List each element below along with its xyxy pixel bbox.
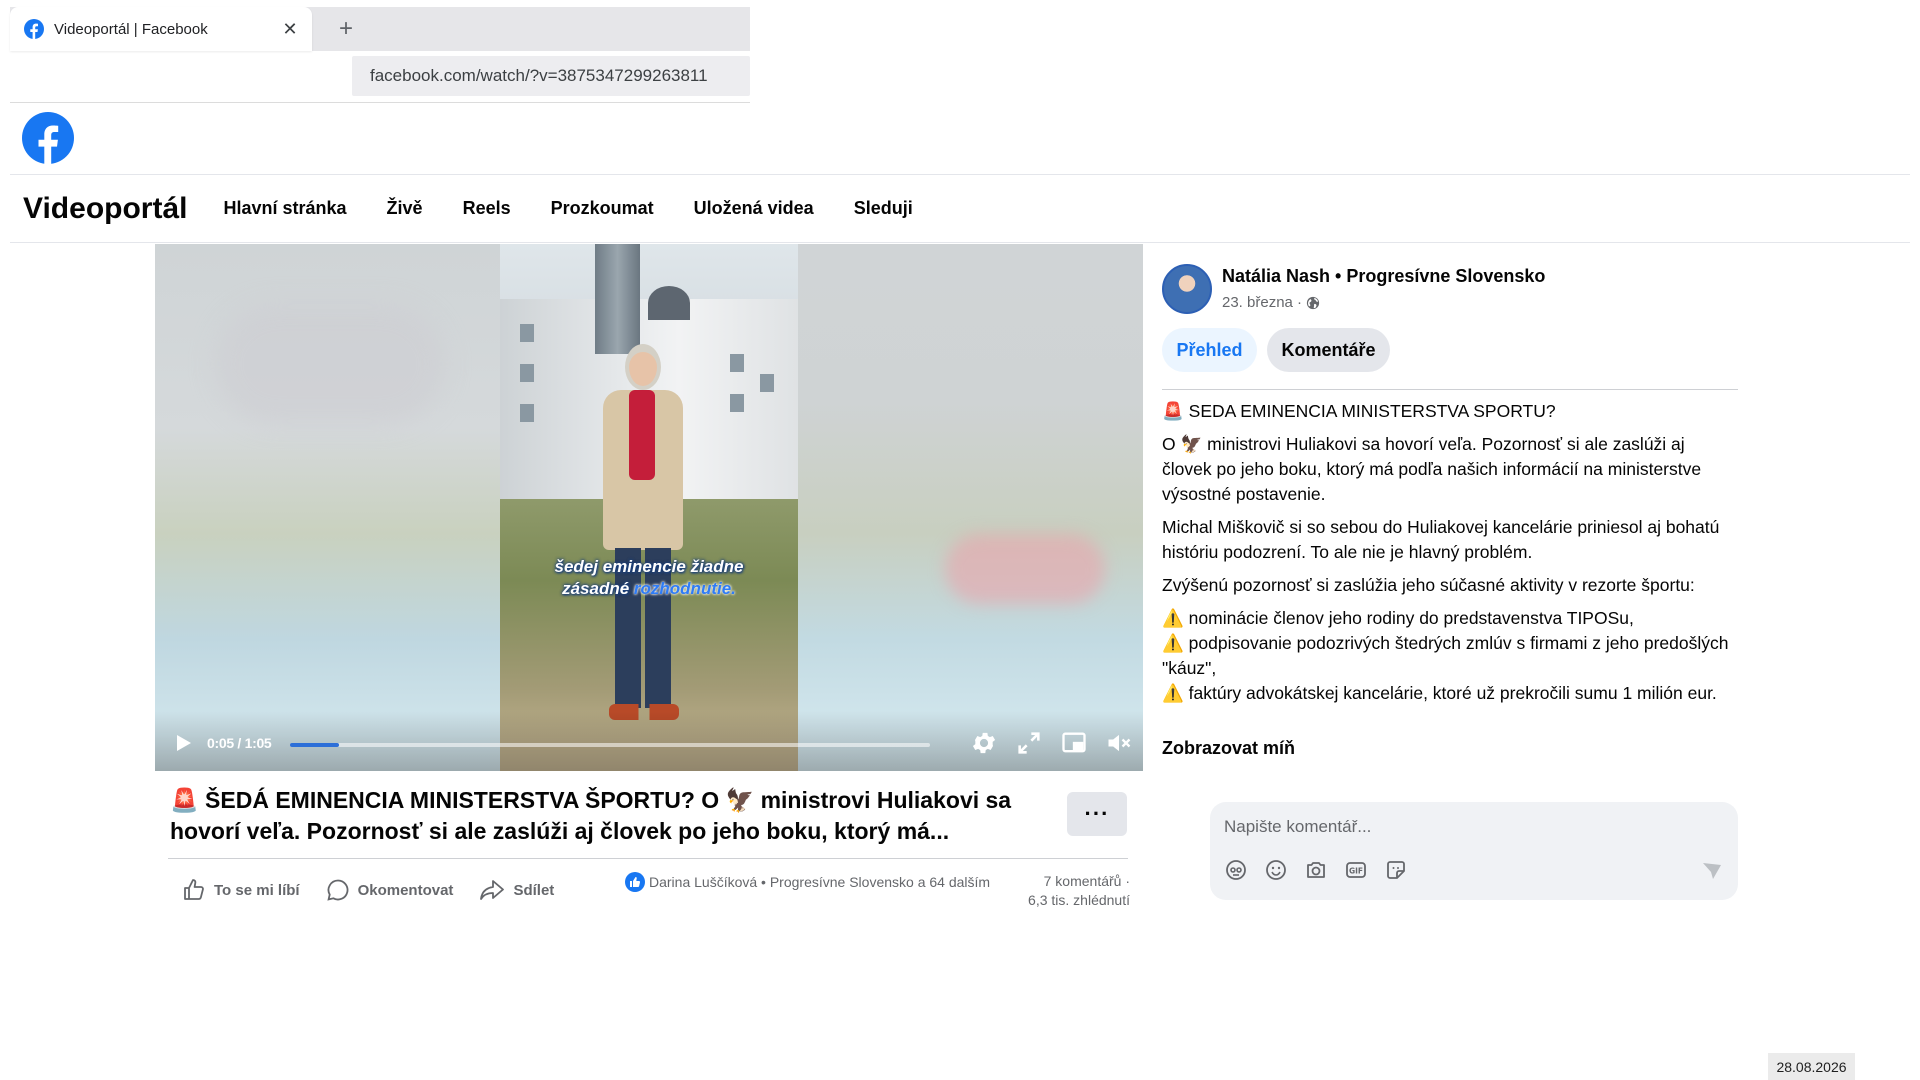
- mute-icon[interactable]: [1105, 729, 1133, 757]
- avatar-sticker-icon[interactable]: [1224, 858, 1248, 882]
- camera-icon[interactable]: [1304, 858, 1328, 882]
- post-date: 23. března ·: [1222, 294, 1320, 311]
- like-reaction-icon: [625, 872, 645, 892]
- tab-overview[interactable]: Přehled: [1162, 328, 1257, 372]
- reactions-text: Darina Luščíková • Progresívne Slovensko…: [649, 874, 991, 890]
- send-icon[interactable]: [1700, 858, 1724, 882]
- caption-line-2: zásadné rozhodnutie.: [500, 578, 798, 600]
- video-window: [520, 364, 534, 382]
- post-description: 🚨 SEDA EMINENCIA MINISTERSTVA SPORTU? O …: [1162, 399, 1738, 706]
- caption-highlight: rozhodnutie.: [633, 579, 736, 598]
- nav-item-explore[interactable]: Prozkoumat: [551, 198, 654, 219]
- nav-item-home[interactable]: Hlavní stránka: [223, 198, 346, 219]
- video-blur-right: [798, 244, 1143, 771]
- views-count: 6,3 tis. zhlédnutí: [1028, 892, 1130, 908]
- new-tab-button[interactable]: +: [332, 15, 360, 43]
- share-button[interactable]: Sdílet: [479, 878, 554, 902]
- facebook-logo-icon[interactable]: [22, 112, 74, 164]
- globe-icon: [1306, 296, 1320, 309]
- person-scarf: [629, 390, 655, 480]
- facebook-favicon-icon: [24, 19, 44, 39]
- address-bar[interactable]: facebook.com/watch/?v=3875347299263811: [352, 56, 750, 96]
- fullscreen-icon[interactable]: [1015, 729, 1043, 757]
- comment-bubble-icon: [326, 879, 348, 901]
- desc-bullet: ⚠️ faktúry advokátskej kancelárie, ktoré…: [1162, 683, 1717, 703]
- video-window: [520, 404, 534, 422]
- video-window: [730, 354, 744, 372]
- panel-divider: [1162, 389, 1738, 390]
- video-window: [730, 394, 744, 412]
- title-divider: [168, 858, 1128, 859]
- system-date: 28.08.2026: [1768, 1053, 1855, 1080]
- video-tower: [595, 244, 640, 354]
- sticker-icon[interactable]: [1384, 858, 1408, 882]
- emoji-icon[interactable]: [1264, 858, 1288, 882]
- desc-bullet: ⚠️ nominácie členov jeho rodiny do preds…: [1162, 608, 1634, 628]
- video-player[interactable]: šedej eminencie žiadne zásadné rozhodnut…: [155, 244, 1143, 771]
- thumbs-up-icon: [184, 879, 204, 900]
- comment-input[interactable]: [1224, 812, 1704, 842]
- video-time: 0:05 / 1:05: [207, 735, 272, 751]
- share-label: Sdílet: [513, 881, 555, 899]
- caption-line-1: šedej eminencie žiadne: [554, 557, 744, 576]
- tab-comments[interactable]: Komentáře: [1267, 328, 1390, 372]
- author-name[interactable]: Natália Nash • Progresívne Slovensko: [1222, 266, 1545, 287]
- miniplayer-icon[interactable]: [1060, 729, 1088, 757]
- video-controls: 0:05 / 1:05: [155, 711, 1143, 771]
- gif-icon[interactable]: GIF: [1344, 858, 1368, 882]
- like-button[interactable]: To se mi líbí: [182, 878, 300, 902]
- post-title: 🚨 ŠEDÁ EMINENCIA MINISTERSTVA ŠPORTU? O …: [170, 787, 1012, 844]
- nav-item-saved-videos[interactable]: Uložená videa: [694, 198, 814, 219]
- person-head: [625, 344, 661, 390]
- caption-line-2-text: zásadné: [562, 579, 634, 598]
- post-actions: To se mi líbí Okomentovat Sdílet: [182, 874, 580, 906]
- video-caption: šedej eminencie žiadne zásadné rozhodnut…: [500, 556, 798, 600]
- video-person: [595, 344, 690, 764]
- browser-tab[interactable]: Videoportál | Facebook ✕: [10, 7, 312, 51]
- reactions-summary[interactable]: Darina Luščíková • Progresívne Slovensko…: [625, 872, 990, 892]
- video-dome: [648, 286, 690, 320]
- page-title: Videoportál: [23, 191, 188, 225]
- chrome-divider: [10, 102, 750, 103]
- nav-item-reels[interactable]: Reels: [463, 198, 511, 219]
- video-window: [760, 374, 774, 392]
- desc-heading: 🚨 SEDA EMINENCIA MINISTERSTVA SPORTU?: [1162, 401, 1556, 421]
- svg-text:GIF: GIF: [1349, 867, 1363, 876]
- author-avatar[interactable]: [1162, 264, 1212, 314]
- desc-paragraph: Michal Miškovič si so sebou do Huliakove…: [1162, 517, 1720, 562]
- video-blur-spot: [945, 534, 1105, 604]
- video-progress-fill: [290, 743, 340, 747]
- tab-close-icon[interactable]: ✕: [276, 15, 304, 43]
- desc-paragraph: Zvýšenú pozornosť si zaslúžia jeho súčas…: [1162, 575, 1695, 595]
- nav-item-live[interactable]: Živě: [387, 198, 423, 219]
- comment-label: Okomentovat: [357, 881, 454, 899]
- video-progress-bar[interactable]: [290, 743, 930, 747]
- video-window: [520, 324, 534, 342]
- comment-button[interactable]: Okomentovat: [326, 878, 454, 902]
- settings-gear-icon[interactable]: [970, 729, 998, 757]
- more-options-button[interactable]: ···: [1067, 792, 1127, 836]
- share-arrow-icon: [480, 880, 505, 900]
- video-blur-spot: [215, 304, 445, 424]
- video-frame: šedej eminencie žiadne zásadné rozhodnut…: [500, 244, 798, 771]
- tab-title: Videoportál | Facebook: [54, 20, 208, 38]
- videoportal-nav: Videoportál Hlavní stránka Živě Reels Pr…: [10, 175, 1910, 243]
- desc-paragraph: O 🦅 ministrovi Huliakovi sa hovorí veľa.…: [1162, 434, 1702, 504]
- browser-tabstrip: Videoportál | Facebook ✕ +: [10, 7, 750, 51]
- comments-count[interactable]: 7 komentářů ·: [1000, 872, 1130, 891]
- desc-bullet: ⚠️ podpisovanie podozrivých štedrých zml…: [1162, 633, 1729, 678]
- post-date-text[interactable]: 23. března ·: [1222, 294, 1302, 311]
- like-label: To se mi líbí: [214, 881, 300, 899]
- post-stats: 7 komentářů · 6,3 tis. zhlédnutí: [1000, 872, 1130, 910]
- show-less-link[interactable]: Zobrazovat míň: [1162, 738, 1295, 759]
- play-icon[interactable]: [173, 733, 193, 753]
- nav-item-following[interactable]: Sleduji: [854, 198, 913, 219]
- comment-composer: GIF: [1210, 802, 1738, 900]
